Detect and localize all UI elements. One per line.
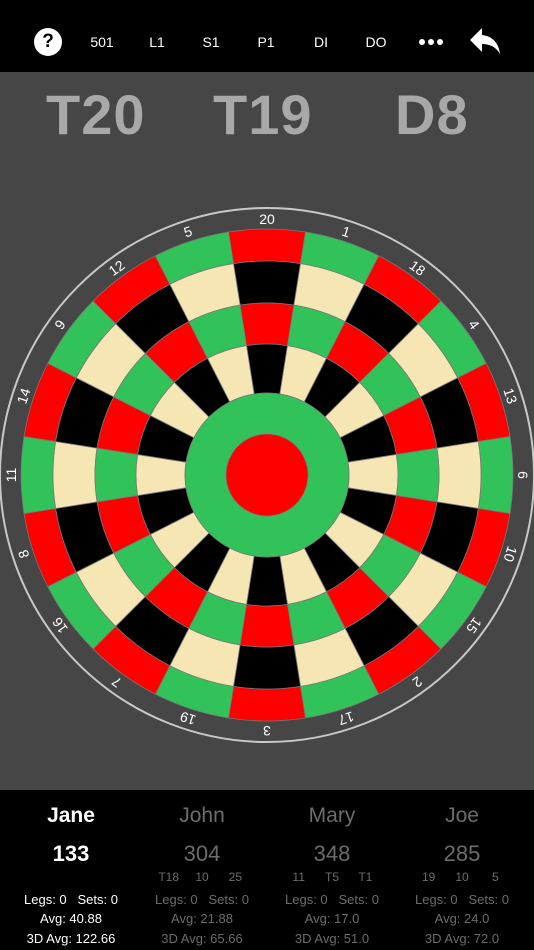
board-number-label: 5 (182, 223, 195, 241)
help-button[interactable]: ? (34, 28, 62, 56)
player-name: Mary (308, 804, 356, 827)
last-dart-2: 10 (455, 870, 469, 884)
board-number-label: 9 (51, 317, 69, 333)
three-dart-average: 3D Avg: 72.0 (424, 931, 500, 946)
board-number-label: 10 (500, 544, 520, 564)
average: Avg: 21.88 (171, 911, 233, 926)
last-dart-1: T18 (158, 870, 179, 884)
board-number-label: 6 (515, 471, 531, 479)
last-dart-2: 10 (195, 870, 209, 884)
average: Avg: 24.0 (434, 911, 490, 926)
segment-triple-3[interactable] (239, 603, 295, 648)
segment-triple-6[interactable] (395, 447, 440, 503)
double-out-button[interactable]: DO (358, 0, 394, 72)
double-in-button[interactable]: DI (304, 0, 338, 72)
three-dart-average: 3D Avg: 51.0 (294, 931, 370, 946)
last-dart-1: 11 (292, 870, 305, 884)
board-number-label: 2 (409, 673, 425, 691)
legs-sets: Legs: 0 Sets: 0 (267, 892, 397, 907)
sets-count: Sets: 0 (338, 892, 379, 907)
segment-single-outer-11[interactable] (52, 441, 98, 509)
sets-count: Sets: 0 (208, 892, 249, 907)
player-button[interactable]: P1 (249, 0, 283, 72)
last-darts: 19 10 5 (397, 870, 527, 884)
three-dart-average: 3D Avg: 122.66 (26, 931, 116, 946)
board-number-label: 20 (259, 211, 275, 227)
segment-triple-20[interactable] (239, 302, 295, 347)
last-dart-3: 25 (228, 870, 243, 884)
sets-button[interactable]: S1 (194, 0, 228, 72)
last-dart-1: 19 (421, 870, 436, 884)
segment-double-6[interactable] (477, 436, 514, 514)
legs-count: Legs: 0 (415, 892, 458, 907)
board-number-label: 4 (465, 317, 483, 333)
last-darts: 11 T5 T1 (267, 870, 397, 884)
undo-arrow-icon (470, 28, 500, 54)
legs-button[interactable]: L1 (140, 0, 174, 72)
sets-count: Sets: 0 (77, 892, 118, 907)
player-score: 285 (443, 841, 481, 866)
three-dart-average: 3D Avg: 65.66 (161, 931, 243, 946)
board-number-label: 17 (336, 708, 356, 728)
average: Avg: 40.88 (40, 911, 102, 926)
last-dart-3: 5 (492, 870, 499, 884)
checkout-dart-2: T19 (213, 83, 313, 146)
board-number-label: 13 (500, 386, 520, 406)
bullseye[interactable] (225, 433, 309, 517)
board-number-label: 3 (263, 723, 271, 739)
board-number-label: 1 (340, 223, 353, 241)
player-name: John (179, 804, 225, 827)
legs-sets: Legs: 0 Sets: 0 (137, 892, 267, 907)
game-type-button[interactable]: 501 (82, 0, 122, 72)
board-number-label: 7 (109, 673, 125, 691)
player-name: Joe (445, 804, 479, 827)
average: Avg: 17.0 (304, 911, 360, 926)
segment-double-3[interactable] (228, 685, 306, 722)
board-number-label: 19 (178, 708, 198, 728)
checkout-dart-3: D8 (395, 83, 469, 146)
dartboard[interactable]: 2011841361015217319716811149125 (0, 200, 534, 748)
legs-count: Legs: 0 (285, 892, 328, 907)
segment-triple-11[interactable] (94, 447, 139, 503)
segment-single-outer-20[interactable] (233, 260, 301, 306)
board-number-label: 14 (14, 386, 34, 406)
legs-sets: Legs: 0 Sets: 0 (6, 892, 136, 907)
legs-count: Legs: 0 (155, 892, 198, 907)
top-toolbar: ? 501 L1 S1 P1 DI DO (0, 0, 534, 72)
last-dart-3: T1 (358, 870, 373, 884)
more-button[interactable] (412, 0, 450, 72)
legs-count: Legs: 0 (24, 892, 67, 907)
segment-double-20[interactable] (228, 228, 306, 265)
legs-sets: Legs: 0 Sets: 0 (397, 892, 527, 907)
sets-count: Sets: 0 (468, 892, 509, 907)
segment-single-outer-3[interactable] (233, 644, 301, 690)
board-number-label: 8 (15, 548, 33, 561)
player-score: 133 (52, 841, 90, 866)
checkout-dart-1: T20 (46, 83, 146, 146)
board-number-label: 11 (3, 468, 19, 483)
player-score: 304 (183, 841, 221, 866)
last-darts: T18 10 25 (137, 870, 267, 884)
more-dots-icon (419, 39, 443, 45)
player-panel: Jane 133 Legs: 0 Sets: 0 Avg: 40.88 3D A… (0, 790, 534, 950)
last-dart-2: T5 (324, 870, 339, 884)
segment-double-11[interactable] (20, 436, 57, 514)
segment-single-outer-6[interactable] (436, 441, 482, 509)
player-name: Jane (47, 804, 95, 827)
undo-button[interactable] (466, 0, 506, 72)
player-score: 348 (313, 841, 351, 866)
